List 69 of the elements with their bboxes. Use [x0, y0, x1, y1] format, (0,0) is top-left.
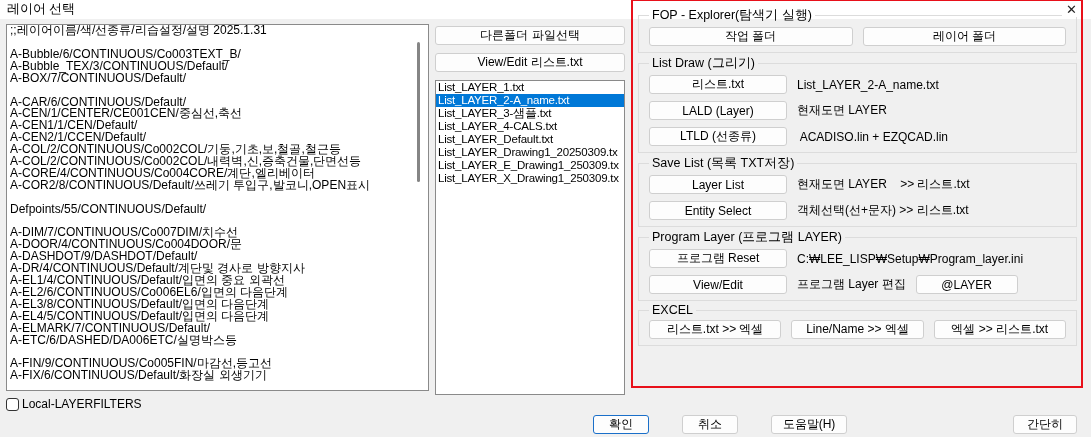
file-list-item[interactable]: List_LAYER_1.txt	[436, 81, 624, 95]
text-line: A-ELMARK/7/CONTINUOUS/Default/	[10, 322, 211, 335]
text-line: A-CEN2/1/CCEN/Default/	[10, 132, 147, 145]
panel-button[interactable]: 리스트.txt	[649, 75, 787, 95]
group-title: FOP - Explorer(탐색기 실행)	[651, 7, 813, 25]
scrollbar-thumb[interactable]	[417, 42, 420, 183]
text-line: A-EL3/8/CONTINUOUS/Default/입면의 다음단계	[10, 298, 270, 311]
file-button[interactable]: View/Edit 리스트.txt	[435, 53, 625, 73]
text-line: A-CAR/6/CONTINUOUS/Default/	[10, 96, 187, 109]
group-title: Program Layer (프로그램 LAYER)	[651, 229, 843, 247]
text-line: A-COL/2/CONTINUOUS/Co002COL/내력벽,신,증축건물,단면선등	[10, 156, 363, 168]
text-line: A-CORE/4/CONTINUOUS/Co004CORE/계단,엘리베이터	[10, 167, 316, 180]
group-title: Save List (목록 TXT저장)	[651, 155, 796, 173]
file-button[interactable]: 다른폴더 파일선택	[435, 26, 625, 46]
group-title: EXCEL	[651, 303, 694, 318]
text-line: Defpoints/55/CONTINUOUS/Default/	[10, 203, 208, 216]
dialog-button[interactable]: 취소	[682, 414, 738, 434]
group-title: List Draw (그리기)	[651, 55, 756, 73]
panel-button[interactable]: Layer List	[649, 175, 787, 195]
text-line: A-Bubble/6/CONTINUOUS/Co003TEXT_B/	[10, 48, 242, 61]
file-list-item[interactable]: List_LAYER_4-CALS.txt	[436, 120, 624, 134]
file-list-item[interactable]: List_LAYER_Drawing1_20250309.tx	[436, 146, 624, 160]
row-description: 객체선택(선+문자) >> 리스트.txt	[797, 202, 969, 220]
simple-view-button[interactable]: 간단히	[1013, 414, 1077, 434]
panel-button[interactable]: 엑셀 >> 리스트.txt	[933, 320, 1066, 340]
text-line: ;;레이어이름/색/선종류/리습설정/설명 2025.1.31	[10, 25, 268, 37]
panel-button[interactable]: Entity Select	[649, 201, 787, 221]
panel-button[interactable]: 프로그램 Reset	[649, 249, 787, 269]
dialog-button[interactable]: 도움말(H)	[771, 414, 847, 434]
row-description: 현재도면 LAYER >> 리스트.txt	[797, 176, 970, 194]
panel-button[interactable]: 리스트.txt >> 엑셀	[649, 320, 782, 340]
text-line: A-FIX/6/CONTINUOUS/Default/화장실 외생기기	[10, 370, 267, 383]
layer-button[interactable]: @LAYER	[915, 275, 1018, 295]
panel-button[interactable]: View/Edit	[649, 275, 787, 295]
row-description: 프로그램 Layer 편집	[797, 276, 906, 294]
text-line: A-COR2/8/CONTINUOUS/Default/쓰레기 투입구,발코니,OPEN표시	[10, 179, 372, 192]
panel-button[interactable]: LALD (Layer)	[649, 101, 787, 121]
panel-button[interactable]: 레이어 폴더	[862, 27, 1066, 47]
text-line: A-CEN1/1/CEN/Default/	[10, 120, 138, 133]
file-list-item[interactable]: List_LAYER_3-샘플.txt	[436, 107, 624, 121]
text-line: A-DOOR/4/CONTINUOUS/Co004DOOR/문	[10, 239, 244, 252]
checkbox-label: Local-LAYERFILTERS	[22, 397, 142, 412]
text-line: A-DR/4/CONTINUOUS/Default/계단및 경사로 방향지사	[10, 263, 306, 276]
text-line: A-EL1/4/CONTINUOUS/Default/입면의 중요 외곽선	[10, 275, 285, 287]
window-title: 레이어 선택	[7, 1, 76, 19]
file-list-item[interactable]: List_LAYER_X_Drawing1_250309.tx	[436, 172, 624, 186]
text-line: A-CEN/1/CENTER/CE001CEN/중심선,축선	[10, 108, 244, 121]
file-list-item[interactable]: List_LAYER_2-A_name.txt	[436, 94, 624, 108]
text-line: A-Bubble_TEX/3/CONTINUOUS/Default/	[10, 60, 229, 73]
dialog-button[interactable]: 확인	[593, 414, 649, 434]
row-description: List_LAYER_2-A_name.txt	[797, 77, 939, 92]
layer-text-area[interactable]	[6, 24, 429, 392]
text-line: A-EL2/6/CONTINUOUS/Co006EL6/입면의 다음단계	[10, 286, 290, 299]
text-line: A-COL/2/CONTINUOUS/Co002COL/기둥,기초,보,철골,철근등	[10, 144, 341, 157]
file-list-item[interactable]: List_LAYER_E_Drawing1_250309.tx	[436, 159, 624, 173]
text-line: A-FIN/9/CONTINUOUS/Co005FIN/마감선,등고선	[10, 358, 274, 371]
text-line: A-BOX/7/CONTINUOUS/Default/	[10, 72, 187, 85]
text-line: A-DASHDOT/9/DASHDOT/Default/	[10, 251, 198, 264]
row-description: C:₩LEE_LISP₩Setup₩Program_layer.ini	[797, 251, 1024, 266]
row-description: 현재도면 LAYER	[797, 102, 887, 120]
row-description: ACADISO.lin + EZQCAD.lin	[798, 129, 949, 144]
text-line: A-EL4/5/CONTINUOUS/Default/입면의 다음단계	[10, 310, 271, 323]
text-line: A-DIM/7/CONTINUOUS/Co007DIM/치수선	[10, 227, 239, 240]
text-line: A-ETC/6/DASHED/DA006ETC/실명박스등	[10, 334, 238, 347]
panel-button[interactable]: LTLD (선종류)	[649, 127, 787, 147]
panel-button[interactable]: 작업 폴더	[649, 27, 853, 47]
checkbox[interactable]	[6, 397, 19, 411]
file-list-item[interactable]: List_LAYER_Default.txt	[436, 133, 624, 147]
panel-button[interactable]: Line/Name >> 엑셀	[791, 320, 924, 340]
